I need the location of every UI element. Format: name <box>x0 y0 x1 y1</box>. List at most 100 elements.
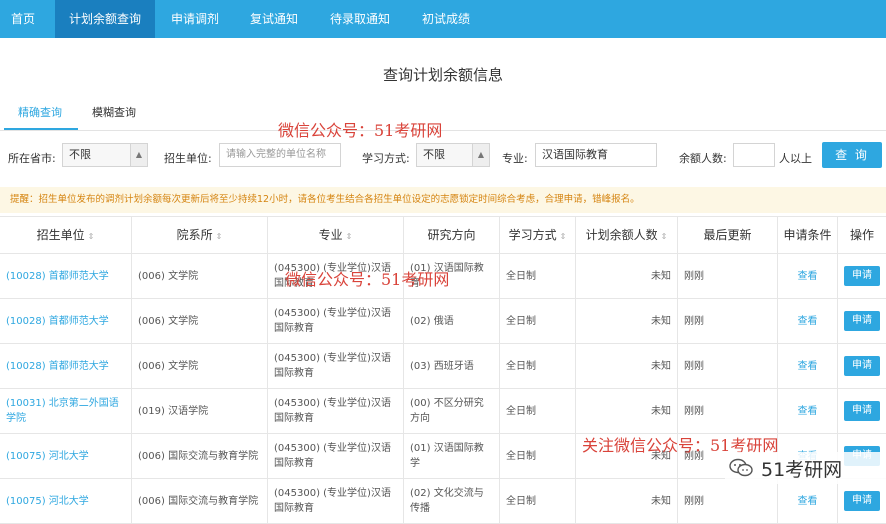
cell-dept: (006) 文学院 <box>132 254 268 298</box>
remain-input[interactable] <box>733 143 775 167</box>
unit-label: 招生单位: <box>164 152 212 165</box>
cell-dept: (006) 国际交流与教育学院 <box>132 479 268 523</box>
cell-major: (045300) (专业学位)汉语国际教育 <box>268 434 404 478</box>
cell-cond: 查看 <box>778 389 838 433</box>
view-conditions-link[interactable]: 查看 <box>798 269 818 284</box>
cell-major: (045300) (专业学位)汉语国际教育 <box>268 389 404 433</box>
watermark-logo-text: 51考研网 <box>761 459 843 481</box>
cell-mode: 全日制 <box>500 344 576 388</box>
cell-dept: (019) 汉语学院 <box>132 389 268 433</box>
page-title: 查询计划余额信息 <box>382 66 503 84</box>
apply-button[interactable]: 申请 <box>844 356 880 376</box>
col-action-label: 操作 <box>849 228 874 242</box>
col-cond-label: 申请条件 <box>783 228 832 242</box>
cell-mode: 全日制 <box>500 479 576 523</box>
cell-unit[interactable]: (10028) 首都师范大学 <box>0 254 132 298</box>
col-major[interactable]: 专业 ⇕ <box>268 217 404 253</box>
wechat-icon <box>729 458 753 477</box>
search-button[interactable]: 查 询 <box>822 142 882 168</box>
cell-remain: 未知 <box>576 389 678 433</box>
col-cond: 申请条件 <box>778 217 838 253</box>
table-header: 招生单位 ⇕ 院系所 ⇕ 专业 ⇕ 研究方向 学习方式 ⇕ 计划余额人数 ⇕ 最后更新 申… <box>0 216 886 254</box>
top-nav: 首页 计划余额查询 申请调剂 复试通知 待录取通知 初试成绩 <box>0 0 886 38</box>
mode-select[interactable]: 不限 ▲ <box>416 143 490 167</box>
mode-select-value: 不限 <box>423 148 445 161</box>
cell-unit[interactable]: (10075) 河北大学 <box>0 434 132 478</box>
cell-updated: 刚刚 <box>678 479 778 523</box>
cell-unit[interactable]: (10028) 首都师范大学 <box>0 299 132 343</box>
nav-item-admission[interactable]: 待录取通知 <box>318 0 402 38</box>
view-conditions-link[interactable]: 查看 <box>798 494 818 509</box>
col-unit[interactable]: 招生单位 ⇕ <box>0 217 132 253</box>
tab-divider <box>0 130 886 131</box>
col-unit-label: 招生单位 <box>36 228 85 242</box>
cell-direction: (00) 不区分研究方向 <box>404 389 500 433</box>
col-mode-label: 学习方式 <box>508 228 557 242</box>
cell-unit[interactable]: (10028) 首都师范大学 <box>0 344 132 388</box>
cell-remain: 未知 <box>576 479 678 523</box>
apply-button[interactable]: 申请 <box>844 401 880 421</box>
table-row: (10031) 北京第二外国语学院 (019) 汉语学院 (045300) (专… <box>0 389 886 434</box>
cell-remain: 未知 <box>576 254 678 298</box>
cell-dept: (006) 国际交流与教育学院 <box>132 434 268 478</box>
cell-remain: 未知 <box>576 344 678 388</box>
watermark-logo: 51考研网 <box>725 452 886 484</box>
table-row: (10075) 河北大学 (006) 国际交流与教育学院 (045300) (专… <box>0 479 886 524</box>
nav-item-retest[interactable]: 复试通知 <box>238 0 310 38</box>
apply-button[interactable]: 申请 <box>844 491 880 511</box>
chevron-down-icon: ▲ <box>130 144 147 166</box>
cell-action: 申请 <box>838 479 886 523</box>
apply-button[interactable]: 申请 <box>844 311 880 331</box>
cell-direction: (03) 西班牙语 <box>404 344 500 388</box>
cell-unit[interactable]: (10031) 北京第二外国语学院 <box>0 389 132 433</box>
cell-direction: (01) 汉语国际教学 <box>404 434 500 478</box>
col-dept[interactable]: 院系所 ⇕ <box>132 217 268 253</box>
col-remain[interactable]: 计划余额人数 ⇕ <box>576 217 678 253</box>
major-input[interactable]: 汉语国际教育 <box>535 143 657 167</box>
cell-updated: 刚刚 <box>678 299 778 343</box>
view-conditions-link[interactable]: 查看 <box>798 404 818 419</box>
col-dept-label: 院系所 <box>176 228 213 242</box>
view-conditions-link[interactable]: 查看 <box>798 314 818 329</box>
col-remain-label: 计划余额人数 <box>585 228 658 242</box>
province-select-value: 不限 <box>69 148 91 161</box>
nav-item-apply[interactable]: 申请调剂 <box>160 0 230 38</box>
cell-major: (045300) (专业学位)汉语国际教育 <box>268 299 404 343</box>
cell-action: 申请 <box>838 299 886 343</box>
nav-item-home[interactable]: 首页 <box>0 0 46 38</box>
cell-cond: 查看 <box>778 254 838 298</box>
mode-label: 学习方式: <box>362 152 410 165</box>
remain-label: 余额人数: <box>679 152 727 165</box>
cell-action: 申请 <box>838 254 886 298</box>
cell-mode: 全日制 <box>500 389 576 433</box>
col-mode[interactable]: 学习方式 ⇕ <box>500 217 576 253</box>
cell-cond: 查看 <box>778 479 838 523</box>
apply-button[interactable]: 申请 <box>844 266 880 286</box>
cell-updated: 刚刚 <box>678 389 778 433</box>
tab-exact-query[interactable]: 精确查询 <box>18 104 62 120</box>
nav-item-scores[interactable]: 初试成绩 <box>410 0 482 38</box>
cell-action: 申请 <box>838 389 886 433</box>
sort-icon: ⇕ <box>345 232 353 241</box>
cell-action: 申请 <box>838 344 886 388</box>
cell-dept: (006) 文学院 <box>132 344 268 388</box>
sort-icon: ⇕ <box>660 232 668 241</box>
remain-suffix: 人以上 <box>779 152 812 165</box>
sort-icon: ⇕ <box>87 232 95 241</box>
province-select[interactable]: 不限 ▲ <box>62 143 148 167</box>
nav-item-plan-query[interactable]: 计划余额查询 <box>55 0 155 38</box>
view-conditions-link[interactable]: 查看 <box>798 359 818 374</box>
cell-dept: (006) 文学院 <box>132 299 268 343</box>
cell-mode: 全日制 <box>500 299 576 343</box>
notice-banner: 提醒：招生单位发布的调剂计划余额每次更新后将至少持续12小时，请各位考生结合各招… <box>0 187 886 213</box>
cell-unit[interactable]: (10075) 河北大学 <box>0 479 132 523</box>
cell-direction: (02) 俄语 <box>404 299 500 343</box>
cell-mode: 全日制 <box>500 254 576 298</box>
sort-icon: ⇕ <box>559 232 567 241</box>
table-row: (10028) 首都师范大学 (006) 文学院 (045300) (专业学位)… <box>0 344 886 389</box>
unit-input[interactable]: 请输入完整的单位名称 <box>219 143 341 167</box>
cell-remain: 未知 <box>576 299 678 343</box>
tab-fuzzy-query[interactable]: 模糊查询 <box>92 104 136 120</box>
col-major-label: 专业 <box>318 228 343 242</box>
major-label: 专业: <box>502 152 528 165</box>
